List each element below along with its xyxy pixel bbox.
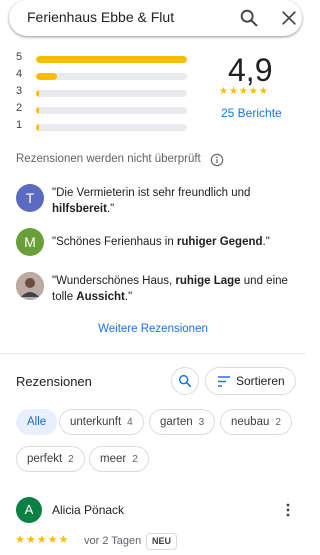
reviewer-avatar[interactable]: A xyxy=(16,497,42,523)
search-icon xyxy=(178,374,192,388)
histogram-track xyxy=(36,90,187,97)
chip-count: 2 xyxy=(68,454,74,465)
histogram-row-1: 1 xyxy=(14,118,194,134)
sort-button[interactable]: Sortieren xyxy=(205,367,296,395)
search-icon[interactable] xyxy=(238,7,260,29)
chip-count: 2 xyxy=(132,454,138,465)
histogram-label: 3 xyxy=(16,85,23,97)
sort-icon xyxy=(218,376,230,387)
histogram-label: 5 xyxy=(16,51,23,63)
more-reviews-link[interactable]: Weitere Rezensionen xyxy=(0,323,306,335)
histogram-track xyxy=(36,124,187,131)
avatar: T xyxy=(16,184,44,212)
chip-label: garten xyxy=(160,416,193,428)
star-rating-icon: ★★★★★ xyxy=(15,534,70,546)
chip-count: 3 xyxy=(198,417,205,428)
histogram-fill xyxy=(36,124,40,131)
histogram-fill xyxy=(36,107,40,114)
chip-garten[interactable]: garten 3 xyxy=(149,409,216,435)
histogram-fill xyxy=(36,56,187,63)
histogram-track xyxy=(36,107,187,114)
histogram-track xyxy=(36,56,187,63)
histogram-fill xyxy=(36,73,58,80)
histogram-row-3: 3 xyxy=(14,84,194,100)
chip-label: unterkunft xyxy=(70,416,122,428)
reviewer-name[interactable]: Alicia Pönack xyxy=(52,503,124,517)
chip-label: Alle xyxy=(27,416,47,428)
histogram-label: 4 xyxy=(16,68,23,80)
histogram-row-5: 5 xyxy=(14,50,194,66)
histogram-label: 2 xyxy=(16,102,23,114)
review-date: vor 2 Tagen xyxy=(84,535,142,547)
star-rating-icon: ★★★★★ xyxy=(219,86,269,97)
search-reviews-button[interactable] xyxy=(171,367,199,395)
new-badge: NEU xyxy=(146,533,178,550)
chip-label: neubau xyxy=(231,416,270,428)
person-photo-icon xyxy=(16,272,44,300)
sort-label: Sortieren xyxy=(236,374,285,388)
histogram-row-4: 4 xyxy=(14,67,194,83)
avatar-photo xyxy=(16,272,44,300)
chip-count: 2 xyxy=(275,417,281,428)
snippet-text: "Wunderschönes Haus, ruhige Lage und ein… xyxy=(52,275,288,303)
histogram-track xyxy=(36,73,187,80)
divider xyxy=(0,353,306,354)
snippet-text: "Die Vermieterin ist sehr freundlich und… xyxy=(52,187,251,215)
reviews-heading: Rezensionen xyxy=(16,374,92,389)
chip-perfekt[interactable]: perfekt 2 xyxy=(16,446,85,472)
chip-meer[interactable]: meer 2 xyxy=(89,446,149,472)
histogram-fill xyxy=(36,90,40,97)
chip-count: 4 xyxy=(127,417,133,428)
chip-label: perfekt xyxy=(27,453,63,465)
snippet-text: "Schönes Ferienhaus in ruhiger Gegend." xyxy=(52,236,270,248)
search-bar[interactable]: Ferienhaus Ebbe & Flut xyxy=(9,0,302,36)
unverified-notice: Rezensionen werden nicht überprüft xyxy=(16,153,201,165)
search-query[interactable]: Ferienhaus Ebbe & Flut xyxy=(27,9,174,25)
histogram-row-2: 2 xyxy=(14,101,194,117)
chip-unterkunft[interactable]: unterkunft 4 xyxy=(59,409,144,435)
average-rating: 4,9 xyxy=(228,52,273,88)
close-icon[interactable] xyxy=(279,8,299,28)
histogram-label: 1 xyxy=(16,119,23,131)
more-vert-icon[interactable] xyxy=(284,502,292,518)
chip-neubau[interactable]: neubau 2 xyxy=(220,409,292,435)
chip-label: meer xyxy=(100,453,127,465)
chip-alle[interactable]: Alle xyxy=(16,409,58,435)
info-icon[interactable] xyxy=(210,153,224,167)
avatar: M xyxy=(16,228,44,256)
review-count-link[interactable]: 25 Berichte xyxy=(221,106,282,120)
